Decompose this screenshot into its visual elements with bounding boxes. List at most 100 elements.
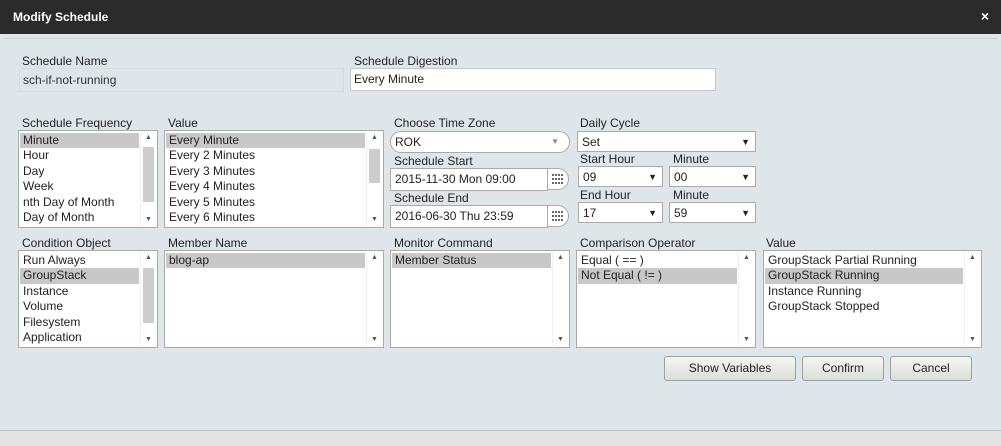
list-item[interactable]: GroupStack Stopped	[765, 299, 963, 314]
scroll-up-icon[interactable]: ▲	[965, 252, 980, 264]
close-icon[interactable]: ×	[981, 8, 989, 24]
scroll-down-icon[interactable]: ▼	[141, 214, 156, 226]
scroll-down-icon[interactable]: ▼	[141, 334, 156, 346]
list-item[interactable]: Filesystem	[20, 315, 139, 330]
list-item[interactable]: Every 2 Minutes	[166, 148, 365, 163]
schedule-frequency-list[interactable]: Minute Hour Day Week nth Day of Month Day of …	[18, 130, 158, 228]
scroll-up-icon[interactable]: ▲	[367, 252, 382, 264]
list-item[interactable]: Minute	[20, 133, 139, 149]
list-item[interactable]: Application	[20, 330, 139, 345]
monitor-command-label: Monitor Command	[394, 236, 493, 250]
value2-label: Value	[766, 236, 796, 250]
calendar-icon[interactable]	[547, 168, 569, 190]
list-item[interactable]: Every Minute	[166, 133, 365, 149]
schedule-digestion-label: Schedule Digestion	[354, 54, 458, 68]
list-item[interactable]: Hour	[20, 148, 139, 163]
list-item[interactable]: Member Status	[392, 253, 551, 269]
scroll-up-icon[interactable]: ▲	[141, 252, 156, 264]
scroll-thumb[interactable]	[143, 268, 154, 323]
schedule-digestion-input[interactable]: Every Minute	[350, 68, 716, 91]
schedule-name-label: Schedule Name	[22, 54, 108, 68]
scroll-up-icon[interactable]: ▲	[367, 132, 382, 144]
member-scrollbar[interactable]: ▲ ▼	[366, 252, 382, 346]
list-item[interactable]: GroupStack Partial Running	[765, 253, 963, 268]
list-item[interactable]: Every 6 Minutes	[166, 210, 365, 225]
list-item[interactable]: GroupStack Running	[765, 268, 963, 284]
value2-scrollbar[interactable]: ▲ ▼	[964, 252, 980, 346]
confirm-button[interactable]: Confirm	[802, 356, 884, 381]
monitor-command-items: Member Status	[392, 253, 551, 269]
scroll-thumb[interactable]	[369, 149, 380, 183]
scroll-up-icon[interactable]: ▲	[141, 132, 156, 144]
calendar-icon[interactable]	[547, 205, 569, 227]
scroll-down-icon[interactable]: ▼	[739, 334, 754, 346]
value-scrollbar[interactable]: ▲ ▼	[366, 132, 382, 226]
list-item[interactable]: Every 4 Minutes	[166, 179, 365, 194]
end-minute-select[interactable]: 59 ▼	[669, 202, 756, 223]
dialog-title: Modify Schedule	[13, 10, 109, 24]
start-hour-select[interactable]: 09 ▼	[578, 166, 663, 187]
list-item[interactable]: Every 5 Minutes	[166, 195, 365, 210]
list-item[interactable]: blog-ap	[166, 253, 365, 269]
list-item[interactable]: Volume	[20, 299, 139, 314]
value2-list[interactable]: GroupStack Partial Running GroupStack Run…	[763, 250, 982, 348]
end-hour-value: 17	[583, 206, 597, 220]
value-items: Every Minute Every 2 Minutes Every 3 Minut…	[166, 133, 365, 225]
frequency-items: Minute Hour Day Week nth Day of Month Day of …	[20, 133, 139, 225]
schedule-start-input[interactable]: 2015-11-30 Mon 09:00	[390, 168, 548, 191]
dropdown-arrow-icon: ▼	[648, 172, 657, 182]
scroll-up-icon[interactable]: ▲	[553, 252, 568, 264]
list-item[interactable]: Instance	[20, 284, 139, 299]
cancel-button[interactable]: Cancel	[890, 356, 972, 381]
start-hour-label: Start Hour	[580, 152, 635, 166]
start-hour-value: 09	[583, 170, 597, 184]
schedule-end-input[interactable]: 2016-06-30 Thu 23:59	[390, 205, 548, 228]
list-item[interactable]: nth Day of Month	[20, 195, 139, 210]
list-item[interactable]: Run Always	[20, 253, 139, 268]
end-minute-value: 59	[674, 206, 688, 220]
dialog-titlebar: Modify Schedule ×	[0, 0, 1001, 34]
list-item[interactable]: Equal ( == )	[578, 253, 737, 268]
list-item[interactable]: Not Equal ( != )	[578, 268, 737, 284]
time-zone-select[interactable]: ROK ▼	[390, 131, 570, 153]
member-name-label: Member Name	[168, 236, 248, 250]
scroll-thumb[interactable]	[143, 147, 154, 202]
list-item[interactable]: Every 3 Minutes	[166, 164, 365, 179]
schedule-end-label: Schedule End	[394, 191, 469, 205]
condition-object-label: Condition Object	[22, 236, 111, 250]
frequency-scrollbar[interactable]: ▲ ▼	[140, 132, 156, 226]
condition-object-items: Run Always GroupStack Instance Volume Filesy…	[20, 253, 139, 345]
comparison-operator-list[interactable]: Equal ( == ) Not Equal ( != ) ▲ ▼	[576, 250, 756, 348]
list-item[interactable]: Instance Running	[765, 284, 963, 299]
show-variables-button[interactable]: Show Variables	[664, 356, 796, 381]
scroll-down-icon[interactable]: ▼	[553, 334, 568, 346]
scroll-down-icon[interactable]: ▼	[367, 214, 382, 226]
scroll-up-icon[interactable]: ▲	[739, 252, 754, 264]
member-name-list[interactable]: blog-ap ▲ ▼	[164, 250, 384, 348]
schedule-name-field: sch-if-not-running	[19, 68, 344, 92]
value-list[interactable]: Every Minute Every 2 Minutes Every 3 Minut…	[164, 130, 384, 228]
scroll-down-icon[interactable]: ▼	[367, 334, 382, 346]
dialog-footer	[0, 430, 1001, 446]
comparison-scrollbar[interactable]: ▲ ▼	[738, 252, 754, 346]
daily-cycle-select[interactable]: Set ▼	[577, 131, 756, 152]
monitor-command-list[interactable]: Member Status ▲ ▼	[390, 250, 570, 348]
scroll-down-icon[interactable]: ▼	[965, 334, 980, 346]
condition-scrollbar[interactable]: ▲ ▼	[140, 252, 156, 346]
dropdown-arrow-icon: ▼	[741, 137, 750, 147]
daily-cycle-value: Set	[582, 135, 601, 149]
time-zone-label: Choose Time Zone	[394, 116, 496, 130]
end-hour-select[interactable]: 17 ▼	[578, 202, 663, 223]
start-minute-value: 00	[674, 170, 688, 184]
list-item[interactable]: Week	[20, 179, 139, 194]
list-item[interactable]: Day	[20, 164, 139, 179]
list-item[interactable]: GroupStack	[20, 268, 139, 284]
member-name-items: blog-ap	[166, 253, 365, 269]
dropdown-arrow-icon: ▼	[741, 208, 750, 218]
start-minute-select[interactable]: 00 ▼	[669, 166, 756, 187]
monitor-scrollbar[interactable]: ▲ ▼	[552, 252, 568, 346]
dropdown-arrow-icon: ▼	[551, 137, 559, 146]
schedule-frequency-label: Schedule Frequency	[22, 116, 133, 130]
list-item[interactable]: Day of Month	[20, 210, 139, 225]
condition-object-list[interactable]: Run Always GroupStack Instance Volume Filesy…	[18, 250, 158, 348]
